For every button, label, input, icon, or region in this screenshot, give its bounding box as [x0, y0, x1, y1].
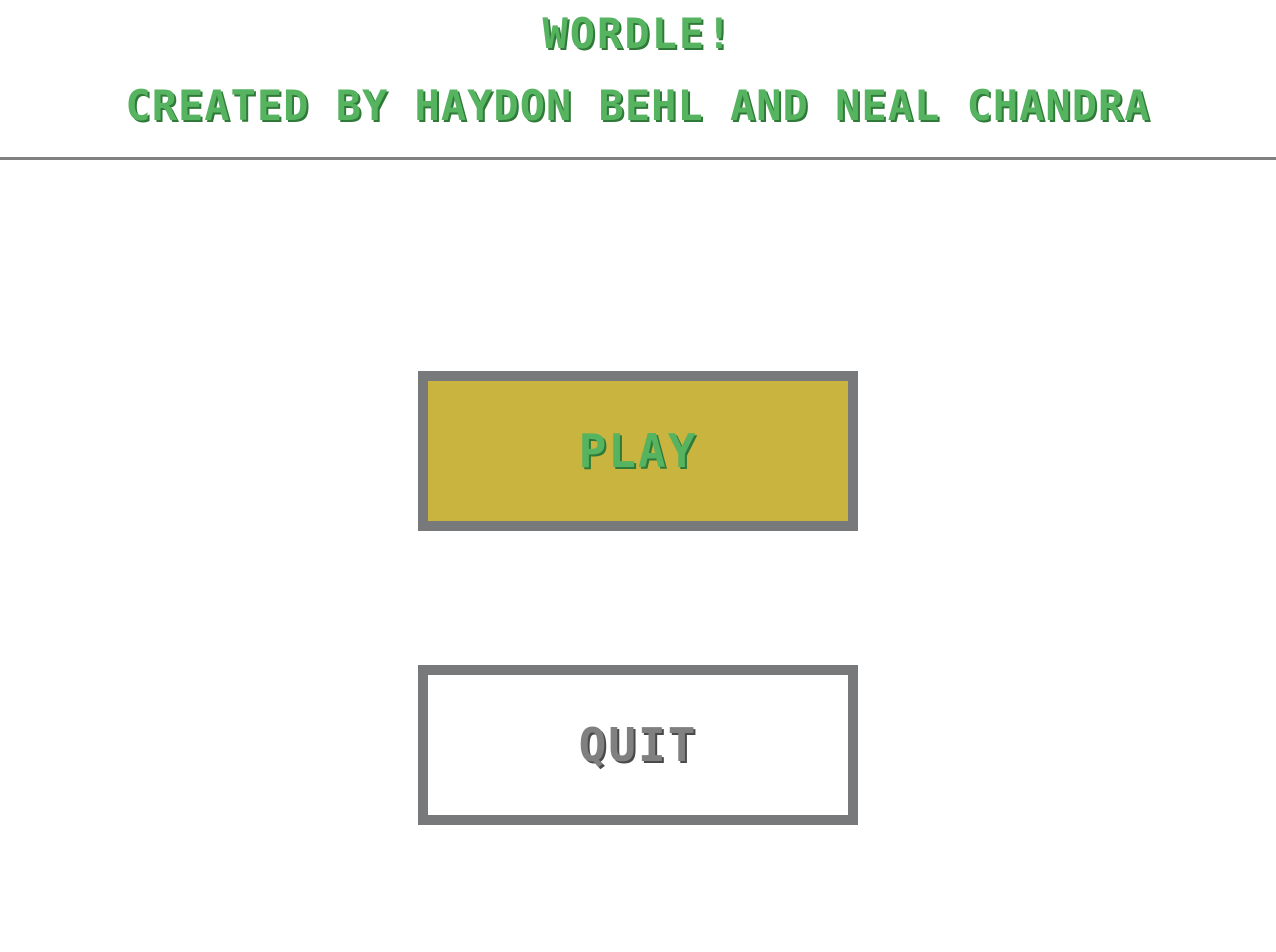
quit-button-label: QUIT [578, 718, 698, 772]
play-button-label: PLAY [578, 424, 698, 478]
header-divider [0, 157, 1276, 160]
title-header: WORDLE! CREATED BY HAYDON BEHL AND NEAL … [0, 0, 1276, 158]
quit-button[interactable]: QUIT [418, 665, 858, 825]
credits-subtitle: CREATED BY HAYDON BEHL AND NEAL CHANDRA [125, 81, 1151, 130]
play-button[interactable]: PLAY [418, 371, 858, 531]
game-title: WORDLE! [542, 9, 734, 58]
